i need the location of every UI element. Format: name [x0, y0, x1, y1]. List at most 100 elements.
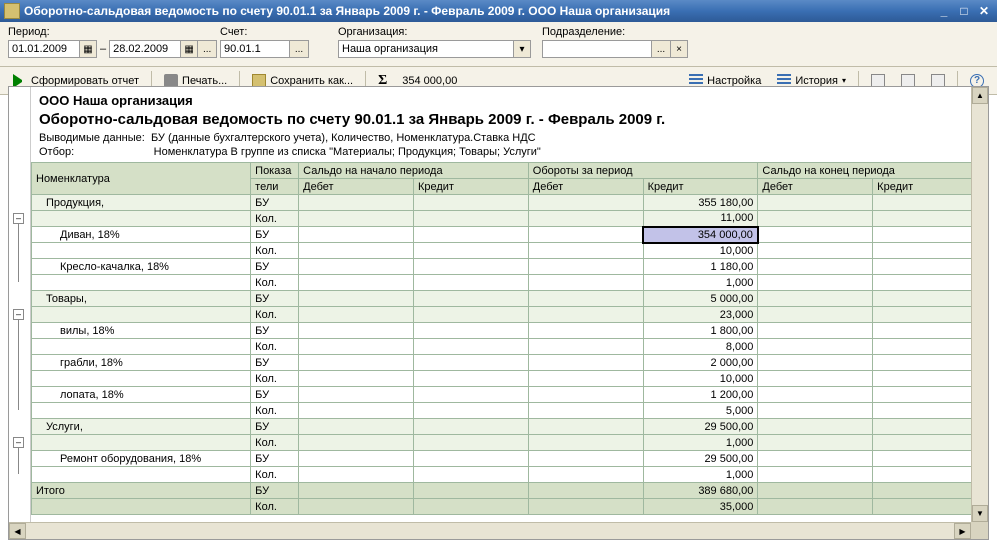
cell-open-debit[interactable]: [299, 339, 414, 355]
cell-open-credit[interactable]: [413, 227, 528, 243]
cell-close-debit[interactable]: [758, 243, 873, 259]
table-row[interactable]: Кол. 5,000: [32, 403, 988, 419]
table-row[interactable]: грабли, 18%БУ2 000,00: [32, 355, 988, 371]
cell-open-debit[interactable]: [299, 403, 414, 419]
cell-open-debit[interactable]: [299, 243, 414, 259]
cell-open-debit[interactable]: [299, 483, 414, 499]
subdiv-clear-button[interactable]: ×: [670, 40, 688, 58]
account-select-button[interactable]: ...: [289, 40, 309, 58]
cell-open-credit[interactable]: [413, 419, 528, 435]
cell-open-credit[interactable]: [413, 259, 528, 275]
maximize-button[interactable]: □: [955, 3, 973, 19]
cell-open-credit[interactable]: [413, 355, 528, 371]
cell-open-debit[interactable]: [299, 371, 414, 387]
cell-close-debit[interactable]: [758, 483, 873, 499]
cell-close-debit[interactable]: [758, 259, 873, 275]
cell-indicator[interactable]: БУ: [251, 259, 299, 275]
table-row[interactable]: Услуги,БУ29 500,00: [32, 419, 988, 435]
cell-indicator[interactable]: БУ: [251, 355, 299, 371]
org-dropdown-button[interactable]: ▾: [513, 40, 531, 58]
col-close-debit[interactable]: Дебет: [758, 179, 873, 195]
cell-indicator[interactable]: БУ: [251, 451, 299, 467]
cell-close-debit[interactable]: [758, 403, 873, 419]
cell-turn-credit[interactable]: 5 000,00: [643, 291, 758, 307]
cell-open-credit[interactable]: [413, 371, 528, 387]
cell-indicator[interactable]: БУ: [251, 387, 299, 403]
cell-name[interactable]: [32, 339, 251, 355]
cell-close-debit[interactable]: [758, 211, 873, 227]
calendar-to-button[interactable]: ▦: [180, 40, 198, 58]
cell-name[interactable]: лопата, 18%: [32, 387, 251, 403]
cell-turn-credit[interactable]: 355 180,00: [643, 195, 758, 211]
cell-open-credit[interactable]: [413, 243, 528, 259]
cell-turn-debit[interactable]: [528, 323, 643, 339]
cell-turn-credit[interactable]: 10,000: [643, 371, 758, 387]
cell-turn-credit[interactable]: 23,000: [643, 307, 758, 323]
cell-indicator[interactable]: Кол.: [251, 243, 299, 259]
cell-name[interactable]: Продукция,: [32, 195, 251, 211]
horizontal-scrollbar[interactable]: ◀ ▶: [9, 522, 971, 539]
table-row[interactable]: лопата, 18%БУ1 200,00: [32, 387, 988, 403]
cell-open-debit[interactable]: [299, 195, 414, 211]
cell-indicator[interactable]: Кол.: [251, 435, 299, 451]
cell-open-credit[interactable]: [413, 387, 528, 403]
scroll-up-button[interactable]: ▲: [972, 87, 988, 104]
cell-turn-debit[interactable]: [528, 451, 643, 467]
cell-name[interactable]: Ремонт оборудования, 18%: [32, 451, 251, 467]
cell-name[interactable]: Кресло-качалка, 18%: [32, 259, 251, 275]
cell-name[interactable]: вилы, 18%: [32, 323, 251, 339]
cell-close-debit[interactable]: [758, 339, 873, 355]
cell-turn-debit[interactable]: [528, 307, 643, 323]
table-row[interactable]: Кол.35,000: [32, 499, 988, 515]
cell-close-debit[interactable]: [758, 419, 873, 435]
cell-turn-debit[interactable]: [528, 499, 643, 515]
cell-turn-credit[interactable]: 29 500,00: [643, 419, 758, 435]
cell-turn-debit[interactable]: [528, 211, 643, 227]
table-row[interactable]: Кол.1,000: [32, 435, 988, 451]
table-row[interactable]: Продукция,БУ355 180,00: [32, 195, 988, 211]
table-row[interactable]: Кол.1,000: [32, 467, 988, 483]
cell-open-debit[interactable]: [299, 451, 414, 467]
cell-open-credit[interactable]: [413, 211, 528, 227]
cell-turn-credit[interactable]: 5,000: [643, 403, 758, 419]
tree-collapse-handle[interactable]: –: [13, 213, 24, 224]
cell-name[interactable]: [32, 403, 251, 419]
cell-close-debit[interactable]: [758, 275, 873, 291]
cell-indicator[interactable]: Кол.: [251, 307, 299, 323]
cell-turn-debit[interactable]: [528, 467, 643, 483]
table-row[interactable]: Диван, 18%БУ354 000,00: [32, 227, 988, 243]
date-to-input[interactable]: [109, 40, 181, 58]
cell-turn-credit[interactable]: 2 000,00: [643, 355, 758, 371]
cell-indicator[interactable]: Кол.: [251, 371, 299, 387]
cell-open-credit[interactable]: [413, 499, 528, 515]
table-row[interactable]: Кол. 10,000: [32, 371, 988, 387]
col-indicator2[interactable]: тели: [251, 179, 299, 195]
calendar-from-button[interactable]: ▦: [79, 40, 97, 58]
col-nomenclature[interactable]: Номенклатура: [32, 163, 251, 195]
table-row[interactable]: вилы, 18%БУ1 800,00: [32, 323, 988, 339]
cell-open-debit[interactable]: [299, 307, 414, 323]
org-input[interactable]: [338, 40, 514, 58]
cell-open-debit[interactable]: [299, 419, 414, 435]
cell-turn-debit[interactable]: [528, 403, 643, 419]
cell-name[interactable]: [32, 243, 251, 259]
cell-name[interactable]: Диван, 18%: [32, 227, 251, 243]
col-open-credit[interactable]: Кредит: [413, 179, 528, 195]
cell-indicator[interactable]: Кол.: [251, 403, 299, 419]
cell-open-credit[interactable]: [413, 275, 528, 291]
col-turnover[interactable]: Обороты за период: [528, 163, 758, 179]
cell-close-debit[interactable]: [758, 499, 873, 515]
table-row[interactable]: Кол.10,000: [32, 243, 988, 259]
cell-open-credit[interactable]: [413, 403, 528, 419]
subdiv-input[interactable]: [542, 40, 652, 58]
cell-close-debit[interactable]: [758, 227, 873, 243]
cell-turn-debit[interactable]: [528, 243, 643, 259]
cell-close-debit[interactable]: [758, 451, 873, 467]
cell-open-credit[interactable]: [413, 339, 528, 355]
cell-indicator[interactable]: БУ: [251, 419, 299, 435]
cell-indicator[interactable]: БУ: [251, 483, 299, 499]
cell-close-debit[interactable]: [758, 323, 873, 339]
cell-close-debit[interactable]: [758, 435, 873, 451]
cell-open-credit[interactable]: [413, 435, 528, 451]
cell-open-debit[interactable]: [299, 355, 414, 371]
